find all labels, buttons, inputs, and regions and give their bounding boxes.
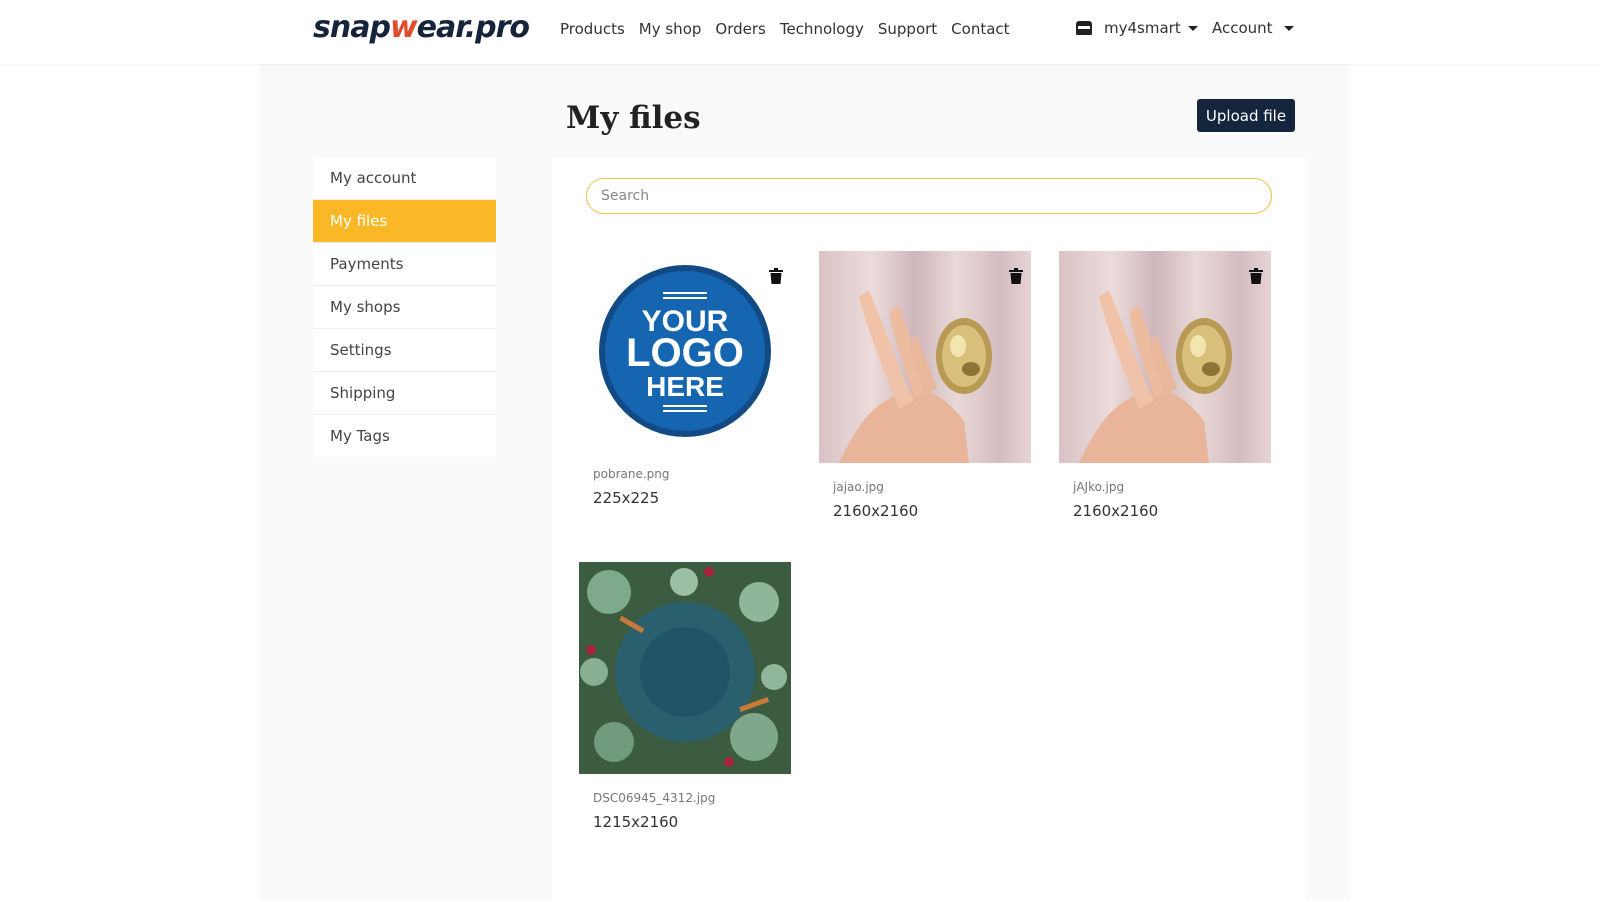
file-thumbnail[interactable] — [579, 562, 791, 774]
file-dimensions: 2160x2160 — [1073, 502, 1159, 520]
trash-icon[interactable] — [1249, 268, 1263, 284]
sidebar-item-my-shops[interactable]: My shops — [313, 286, 496, 329]
hand-holding-egg-photo — [839, 291, 992, 463]
logo-placeholder-image: YOUR LOGO HERE — [599, 265, 771, 437]
nav-contact[interactable]: Contact — [951, 20, 1009, 38]
file-name: jajao.jpg — [833, 480, 884, 494]
account-dropdown[interactable]: Account — [1212, 19, 1295, 37]
file-thumbnail[interactable]: YOUR LOGO HERE — [579, 251, 791, 463]
file-card[interactable]: DSC06945_4312.jpg 1215x2160 — [579, 562, 791, 831]
nav-products[interactable]: Products — [560, 20, 625, 38]
sidebar-item-my-account[interactable]: My account — [313, 157, 496, 200]
main-nav: Products My shop Orders Technology Suppo… — [560, 20, 1024, 38]
sidebar-item-settings[interactable]: Settings — [313, 329, 496, 372]
upload-file-button[interactable]: Upload file — [1197, 99, 1295, 132]
sidebar-item-payments[interactable]: Payments — [313, 243, 496, 286]
file-card[interactable]: YOUR LOGO HERE pobrane.png 225x225 — [579, 251, 791, 507]
wreath-photo — [579, 562, 791, 774]
hand-holding-egg-photo — [1079, 291, 1232, 463]
file-thumbnail[interactable] — [1059, 251, 1271, 463]
file-name: DSC06945_4312.jpg — [593, 791, 716, 805]
shop-selector-label: my4smart — [1104, 19, 1181, 37]
file-card[interactable]: jajao.jpg 2160x2160 — [819, 251, 1031, 520]
sidebar-item-shipping[interactable]: Shipping — [313, 372, 496, 415]
nav-orders[interactable]: Orders — [715, 20, 765, 38]
page-title: My files — [566, 100, 701, 136]
logo-text-line: LOGO — [626, 331, 744, 375]
sidebar-item-my-tags[interactable]: My Tags — [313, 415, 496, 457]
file-dimensions: 1215x2160 — [593, 813, 679, 831]
trash-icon[interactable] — [1009, 268, 1023, 284]
nav-technology[interactable]: Technology — [780, 20, 864, 38]
file-name: pobrane.png — [593, 467, 670, 481]
nav-my-shop[interactable]: My shop — [639, 20, 702, 38]
search-input[interactable] — [586, 178, 1272, 214]
file-name: jAJko.jpg — [1073, 480, 1125, 494]
brand-logo[interactable]: snapwear.pro — [313, 10, 530, 45]
account-sidebar: My account My files Payments My shops Se… — [313, 157, 496, 457]
chevron-down-icon — [1284, 26, 1295, 31]
logo-text-line: HERE — [646, 371, 724, 402]
file-thumbnail[interactable] — [819, 251, 1031, 463]
sidebar-item-my-files[interactable]: My files — [313, 200, 496, 243]
store-icon — [1076, 21, 1092, 35]
account-label: Account — [1212, 19, 1273, 37]
file-card[interactable]: jAJko.jpg 2160x2160 — [1059, 251, 1271, 520]
shop-selector-dropdown[interactable]: my4smart — [1076, 19, 1198, 37]
trash-icon[interactable] — [769, 268, 783, 284]
file-dimensions: 2160x2160 — [833, 502, 919, 520]
nav-support[interactable]: Support — [878, 20, 937, 38]
chevron-down-icon — [1187, 25, 1198, 31]
file-dimensions: 225x225 — [593, 489, 660, 507]
